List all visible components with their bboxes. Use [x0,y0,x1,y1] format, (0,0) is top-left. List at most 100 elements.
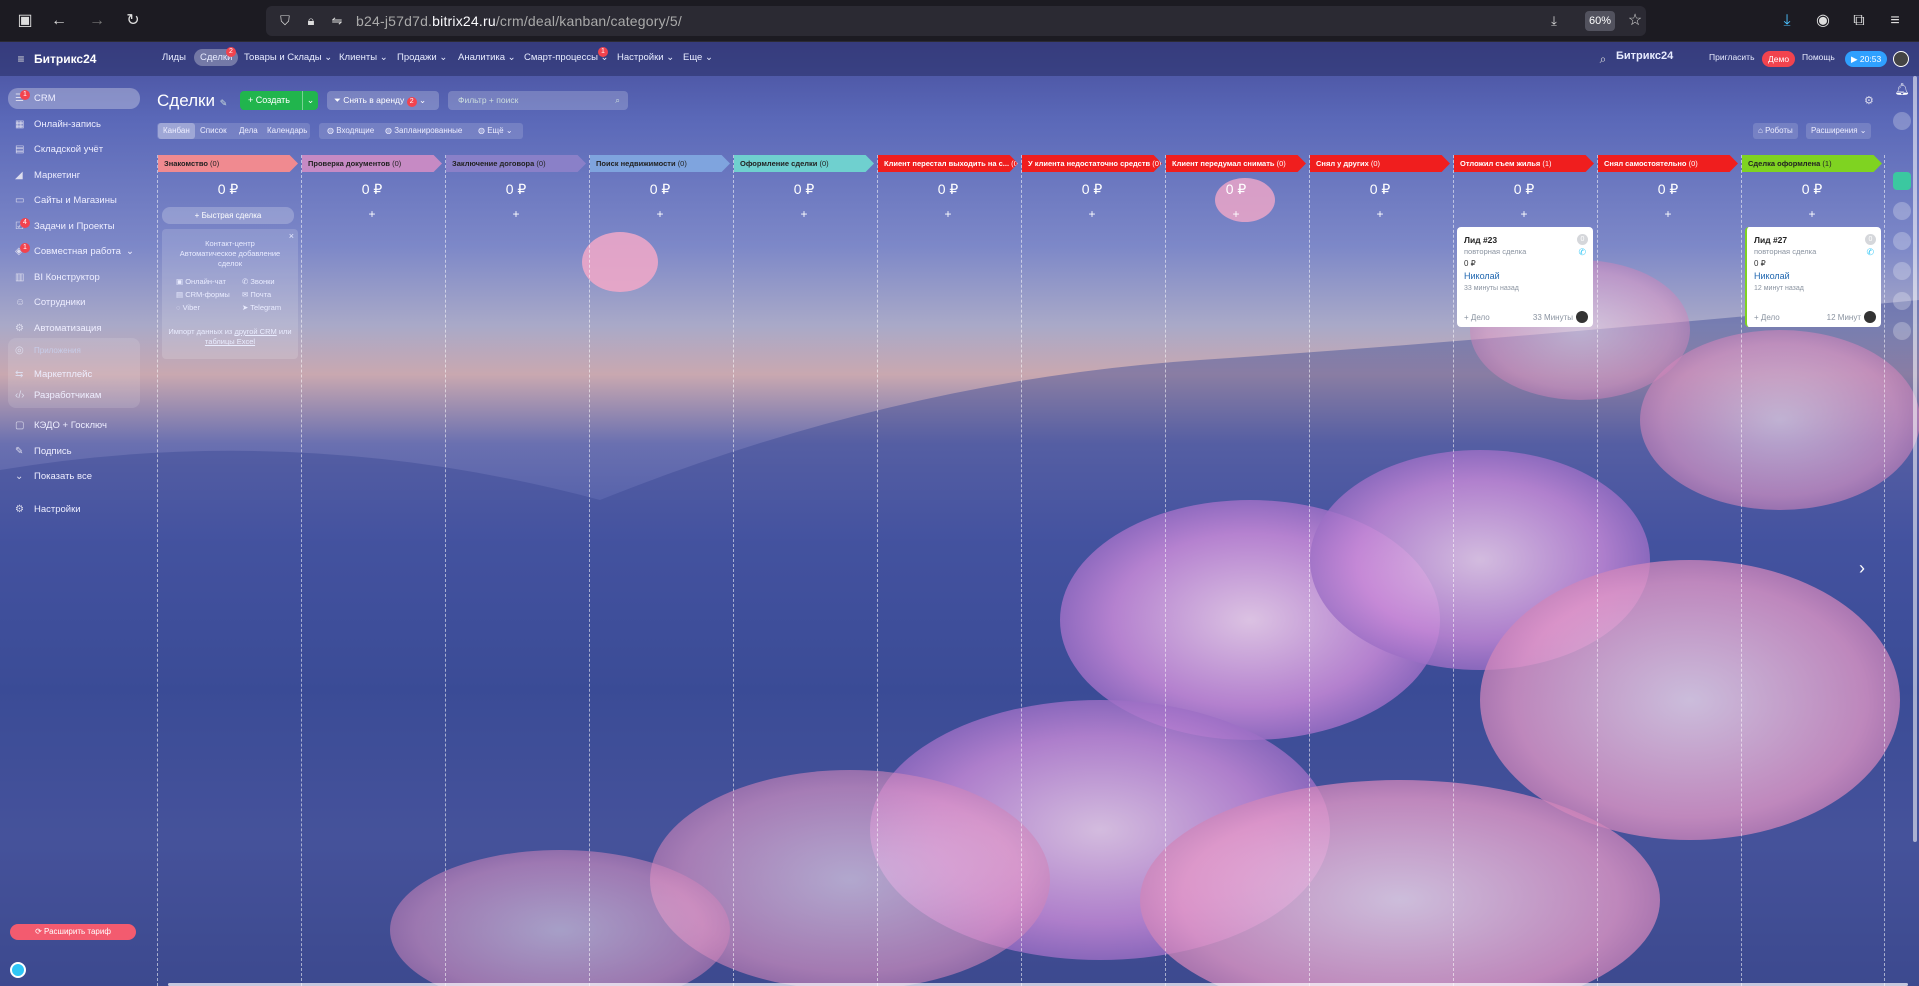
column-header[interactable]: Сделка оформлена (1) [1742,155,1882,172]
back-icon[interactable]: ← [48,10,70,32]
shield-icon[interactable]: ⛉ [274,10,296,32]
group-icon[interactable] [1893,262,1911,280]
zoom-level[interactable]: 60% [1585,11,1615,31]
widget-icon[interactable] [1893,112,1911,130]
create-deal-button[interactable]: + Создать ⌄ [240,91,318,110]
add-deal-button[interactable]: + [302,207,442,221]
settings-gear-icon[interactable]: ⚙ [1864,94,1874,107]
tab-activities[interactable]: Дела [234,123,263,139]
support-avatar[interactable] [10,962,26,978]
cc-channel-viber[interactable]: ◌ Viber [176,303,200,312]
sidebar-item-developers[interactable]: ‹/› Разработчикам [8,385,140,406]
logo[interactable]: Битрикс24 [34,52,96,66]
nav-products[interactable]: Товары и Склады ⌄ [244,52,332,63]
phone-icon[interactable]: ✆ [1578,247,1586,258]
sidebar-item-crm[interactable]: ☰ CRM 1 [8,88,140,109]
colleague-avatar-icon[interactable] [1893,232,1911,250]
nav-analytics[interactable]: Аналитика ⌄ [458,52,516,63]
invite-link[interactable]: Пригласить [1709,52,1755,62]
card-client-link[interactable]: Николай [1464,271,1500,281]
add-deal-button[interactable]: + [590,207,730,221]
column-header[interactable]: У клиента недостаточно средств (0) [1022,155,1162,172]
pipeline-selector[interactable]: ⏷ Снять в аренду 2 ⌄ [327,91,439,110]
add-deal-button[interactable]: + [878,207,1018,221]
hamburger-icon[interactable]: ≡ [10,48,32,70]
filter-incoming[interactable]: ◍ Входящие [322,123,379,139]
sidebar-item-tasks[interactable]: ☑ Задачи и Проекты 4 [8,216,140,237]
column-header[interactable]: Клиент перестал выходить на с... (0) [878,155,1018,172]
filter-planned[interactable]: ◍ Запланированные [380,123,467,139]
sidebar-item-employees[interactable]: ☺ Сотрудники [8,292,140,313]
card-title[interactable]: Лид #23 [1464,235,1497,245]
chevron-down-icon[interactable]: ⌄ [302,91,318,110]
add-deal-button[interactable]: + [734,207,874,221]
sidebar-item-kedo[interactable]: ▢ КЭДО + Госключ [8,415,140,436]
responsible-avatar[interactable] [1864,311,1876,323]
brand-right[interactable]: Битрикс24 [1616,50,1673,62]
sidebar-item-marketplace[interactable]: ⇆ Маркетплейс [8,364,140,385]
cc-channel-chat[interactable]: ▣ Онлайн-чат [176,277,226,286]
sidebar-item-sign[interactable]: ✎ Подпись [8,441,140,462]
cc-channel-telegram[interactable]: ➤ Telegram [242,303,281,312]
import-excel-link[interactable]: таблицы Excel [205,337,255,346]
card-title[interactable]: Лид #27 [1754,235,1787,245]
column-header[interactable]: Оформление сделки (0) [734,155,874,172]
column-header[interactable]: Снял у других (0) [1310,155,1450,172]
add-deal-button[interactable]: + [1454,207,1594,221]
column-header[interactable]: Заключение договора (0) [446,155,586,172]
column-header[interactable]: Проверка документов (0) [302,155,442,172]
add-deal-button[interactable]: + [1166,207,1306,221]
tab-list[interactable]: Список [195,123,232,139]
download-page-icon[interactable]: ⤓ [1543,10,1565,32]
column-header[interactable]: Клиент передумал снимать (0) [1166,155,1306,172]
add-activity-link[interactable]: + Дело [1464,313,1490,322]
chevron-down-icon[interactable]: ⌄ [126,241,134,262]
user-avatar[interactable] [1893,51,1909,67]
nav-settings[interactable]: Настройки ⌄ [617,52,674,63]
add-deal-button[interactable]: + [446,207,586,221]
lock-icon[interactable]: 🔒︎ [300,10,322,32]
column-header[interactable]: Отложил съем жилья (1) [1454,155,1594,172]
downloads-icon[interactable]: ⤓ [1776,10,1798,32]
column-header[interactable]: Снял самостоятельно (0) [1598,155,1738,172]
nav-leads[interactable]: Лиды [162,52,186,63]
tab-calendar[interactable]: Календарь [262,123,312,139]
nav-clients[interactable]: Клиенты ⌄ [339,52,388,63]
notifications-icon[interactable]: 🔔︎ [1893,82,1911,100]
sidebar-toggle-icon[interactable]: ▣ [14,10,36,32]
quick-deal-button[interactable]: + Быстрая сделка [162,207,294,224]
import-crm-link[interactable]: другой CRM [234,327,276,336]
permissions-icon[interactable]: ⇋ [326,10,348,32]
vertical-scrollbar[interactable] [1913,76,1917,842]
cc-channel-forms[interactable]: ▤ CRM-формы [176,290,230,299]
add-activity-link[interactable]: + Дело [1754,313,1780,322]
menu-icon[interactable]: ≡ [1884,10,1906,32]
sidebar-item-booking[interactable]: ▦ Онлайн-запись [8,114,140,135]
column-header[interactable]: Поиск недвижимости (0) [590,155,730,172]
forward-icon[interactable]: → [86,10,108,32]
filter-search-input[interactable]: Фильтр + поиск ⌕ [448,91,628,110]
contacts-icon[interactable] [1893,202,1911,220]
add-deal-button[interactable]: + [1742,207,1882,221]
sidebar-item-warehouse[interactable]: ▤ Складской учёт [8,139,140,160]
url-text[interactable]: b24-j57d7d.bitrix24.ru/crm/deal/kanban/c… [356,13,682,29]
mail-icon[interactable] [1893,322,1911,340]
apps-section-title[interactable]: ◎ Приложения [8,340,140,361]
cc-channel-mail[interactable]: ✉ Почта [242,290,271,299]
upgrade-plan-button[interactable]: ⟳ Расширить тариф [10,924,136,940]
nav-sales[interactable]: Продажи ⌄ [397,52,447,63]
sidebar-show-all[interactable]: ⌄ Показать все [8,466,140,487]
sidebar-item-collab[interactable]: ◈ Совместная работа 1 ⌄ [8,241,140,262]
nav-more[interactable]: Еще ⌄ [683,52,713,63]
tab-kanban[interactable]: Канбан [158,123,195,139]
extensions-button[interactable]: Расширения ⌄ [1806,123,1872,139]
scroll-right-arrow[interactable]: › [1859,558,1865,579]
filter-more[interactable]: ◍ Ещё ⌄ [473,123,518,139]
robots-button[interactable]: ⌂ Роботы [1753,123,1798,139]
edit-pencil-icon[interactable]: ✎ [220,98,228,108]
bookmark-star-icon[interactable]: ☆ [1624,10,1646,32]
help-link[interactable]: Помощь [1802,52,1835,62]
add-deal-button[interactable]: + [1022,207,1162,221]
clock-button[interactable]: ▶ 20:53 [1845,51,1888,67]
account-icon[interactable]: ◉ [1812,10,1834,32]
